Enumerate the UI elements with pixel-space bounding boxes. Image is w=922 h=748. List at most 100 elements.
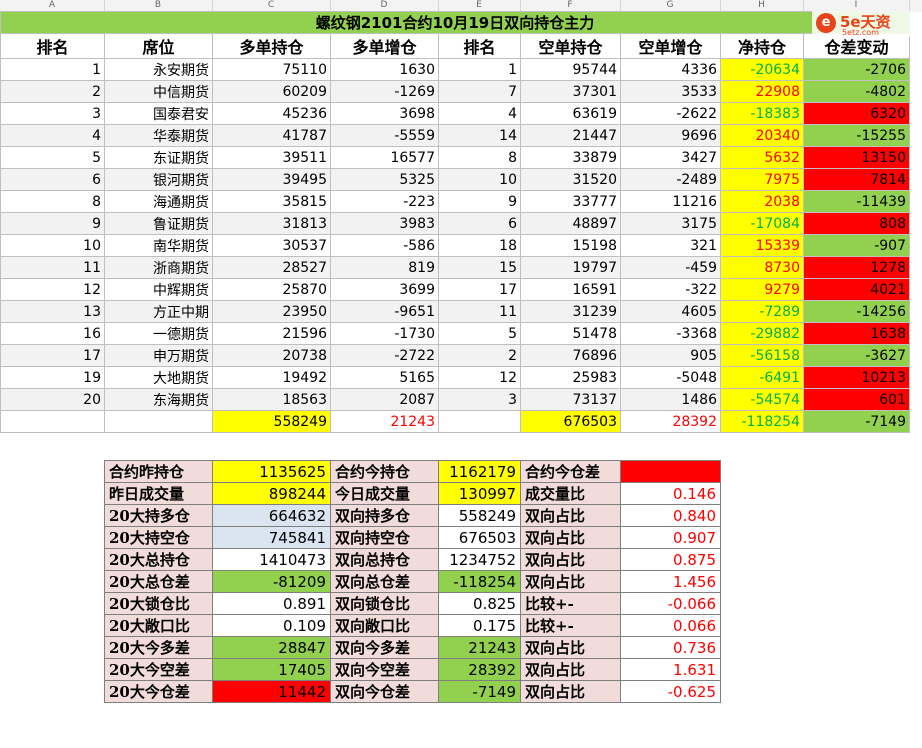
total-net-cell[interactable]: -118254	[720, 410, 804, 433]
summary-value[interactable]: 0.875	[620, 548, 721, 571]
summary-label[interactable]: 合约昨持仓	[104, 460, 213, 483]
long-change-cell[interactable]: 16577	[330, 146, 439, 169]
long-position-cell[interactable]: 75110	[212, 58, 331, 81]
summary-value[interactable]: 1135625	[212, 460, 331, 483]
long-change-cell[interactable]: -1730	[330, 322, 439, 345]
summary-label[interactable]: 20大今空差	[104, 658, 213, 681]
short-rank-cell[interactable]: 10	[438, 168, 521, 191]
short-position-cell[interactable]: 33879	[520, 146, 621, 169]
long-position-cell[interactable]: 31813	[212, 212, 331, 235]
rank-cell[interactable]: 4	[0, 124, 105, 147]
short-position-cell[interactable]: 16591	[520, 278, 621, 301]
summary-value[interactable]: 0.066	[620, 614, 721, 637]
short-change-cell[interactable]: 4336	[620, 58, 721, 81]
position-diff-cell[interactable]: -2706	[803, 58, 910, 81]
long-change-cell[interactable]: -5559	[330, 124, 439, 147]
position-diff-cell[interactable]: -4802	[803, 80, 910, 103]
long-change-cell[interactable]: -1269	[330, 80, 439, 103]
summary-label[interactable]: 双向占比	[520, 504, 621, 527]
seat-cell[interactable]: 大地期货	[104, 366, 213, 389]
short-rank-cell[interactable]: 12	[438, 366, 521, 389]
net-position-cell[interactable]: -54574	[720, 388, 804, 411]
summary-value[interactable]: 21243	[438, 636, 521, 659]
long-position-cell[interactable]: 41787	[212, 124, 331, 147]
rank-cell[interactable]: 20	[0, 388, 105, 411]
seat-cell[interactable]: 方正中期	[104, 300, 213, 323]
seat-cell[interactable]: 华泰期货	[104, 124, 213, 147]
short-rank-cell[interactable]: 6	[438, 212, 521, 235]
seat-cell[interactable]: 银河期货	[104, 168, 213, 191]
short-position-cell[interactable]: 33777	[520, 190, 621, 213]
rank-cell[interactable]: 13	[0, 300, 105, 323]
summary-value[interactable]: 26554	[620, 460, 721, 483]
summary-value[interactable]: 558249	[438, 504, 521, 527]
seat-cell[interactable]: 东海期货	[104, 388, 213, 411]
position-diff-cell[interactable]: -15255	[803, 124, 910, 147]
col-letter-c[interactable]: C	[212, 0, 331, 11]
short-change-cell[interactable]: -322	[620, 278, 721, 301]
short-rank-cell[interactable]: 7	[438, 80, 521, 103]
long-position-cell[interactable]: 21596	[212, 322, 331, 345]
net-position-cell[interactable]: -6491	[720, 366, 804, 389]
summary-value[interactable]: 0.109	[212, 614, 331, 637]
long-position-cell[interactable]: 39511	[212, 146, 331, 169]
position-diff-cell[interactable]: -3627	[803, 344, 910, 367]
column-header[interactable]: 排名	[438, 33, 521, 59]
summary-label[interactable]: 20大今仓差	[104, 680, 213, 703]
summary-value[interactable]: 0.891	[212, 592, 331, 615]
short-change-cell[interactable]: -2622	[620, 102, 721, 125]
col-letter-e[interactable]: E	[438, 0, 521, 11]
summary-label[interactable]: 20大今多差	[104, 636, 213, 659]
short-change-cell[interactable]: -2489	[620, 168, 721, 191]
col-letter-d[interactable]: D	[330, 0, 439, 11]
long-change-cell[interactable]: 3983	[330, 212, 439, 235]
summary-label[interactable]: 20大锁仓比	[104, 592, 213, 615]
rank-cell[interactable]: 17	[0, 344, 105, 367]
summary-label[interactable]: 双向占比	[520, 636, 621, 659]
summary-value[interactable]: 0.146	[620, 482, 721, 505]
net-position-cell[interactable]: 2038	[720, 190, 804, 213]
summary-label[interactable]: 双向今空差	[330, 658, 439, 681]
long-position-cell[interactable]: 23950	[212, 300, 331, 323]
summary-value[interactable]: 664632	[212, 504, 331, 527]
long-change-cell[interactable]: -2722	[330, 344, 439, 367]
rank-cell[interactable]: 6	[0, 168, 105, 191]
long-change-cell[interactable]: 5165	[330, 366, 439, 389]
summary-value[interactable]: 130997	[438, 482, 521, 505]
short-change-cell[interactable]: -5048	[620, 366, 721, 389]
summary-value[interactable]: 0.840	[620, 504, 721, 527]
summary-label[interactable]: 20大持空仓	[104, 526, 213, 549]
short-change-cell[interactable]: 9696	[620, 124, 721, 147]
short-rank-cell[interactable]: 18	[438, 234, 521, 257]
total-long-cell[interactable]: 558249	[212, 410, 331, 433]
summary-label[interactable]: 今日成交量	[330, 482, 439, 505]
seat-cell[interactable]: 鲁证期货	[104, 212, 213, 235]
summary-label[interactable]: 双向锁仓比	[330, 592, 439, 615]
long-change-cell[interactable]: 5325	[330, 168, 439, 191]
short-position-cell[interactable]: 63619	[520, 102, 621, 125]
short-rank-cell[interactable]: 14	[438, 124, 521, 147]
short-change-cell[interactable]: -3368	[620, 322, 721, 345]
summary-value[interactable]: -81209	[212, 570, 331, 593]
rank-cell[interactable]: 3	[0, 102, 105, 125]
short-rank-cell[interactable]: 2	[438, 344, 521, 367]
seat-cell[interactable]: 浙商期货	[104, 256, 213, 279]
short-change-cell[interactable]: 321	[620, 234, 721, 257]
position-diff-cell[interactable]: 13150	[803, 146, 910, 169]
short-rank-cell[interactable]: 3	[438, 388, 521, 411]
net-position-cell[interactable]: 22908	[720, 80, 804, 103]
column-header[interactable]: 空单增仓	[620, 33, 721, 59]
long-position-cell[interactable]: 25870	[212, 278, 331, 301]
seat-cell[interactable]: 国泰君安	[104, 102, 213, 125]
net-position-cell[interactable]: -7289	[720, 300, 804, 323]
total-long-change-cell[interactable]: 21243	[330, 410, 439, 433]
col-letter-a[interactable]: A	[0, 0, 105, 11]
short-rank-cell[interactable]: 5	[438, 322, 521, 345]
long-position-cell[interactable]: 35815	[212, 190, 331, 213]
summary-value[interactable]: -0.625	[620, 680, 721, 703]
position-diff-cell[interactable]: 601	[803, 388, 910, 411]
sheet-title[interactable]: 螺纹钢2101合约10月19日双向持仓主力	[0, 11, 910, 34]
net-position-cell[interactable]: 20340	[720, 124, 804, 147]
short-position-cell[interactable]: 31520	[520, 168, 621, 191]
rank-cell[interactable]: 5	[0, 146, 105, 169]
